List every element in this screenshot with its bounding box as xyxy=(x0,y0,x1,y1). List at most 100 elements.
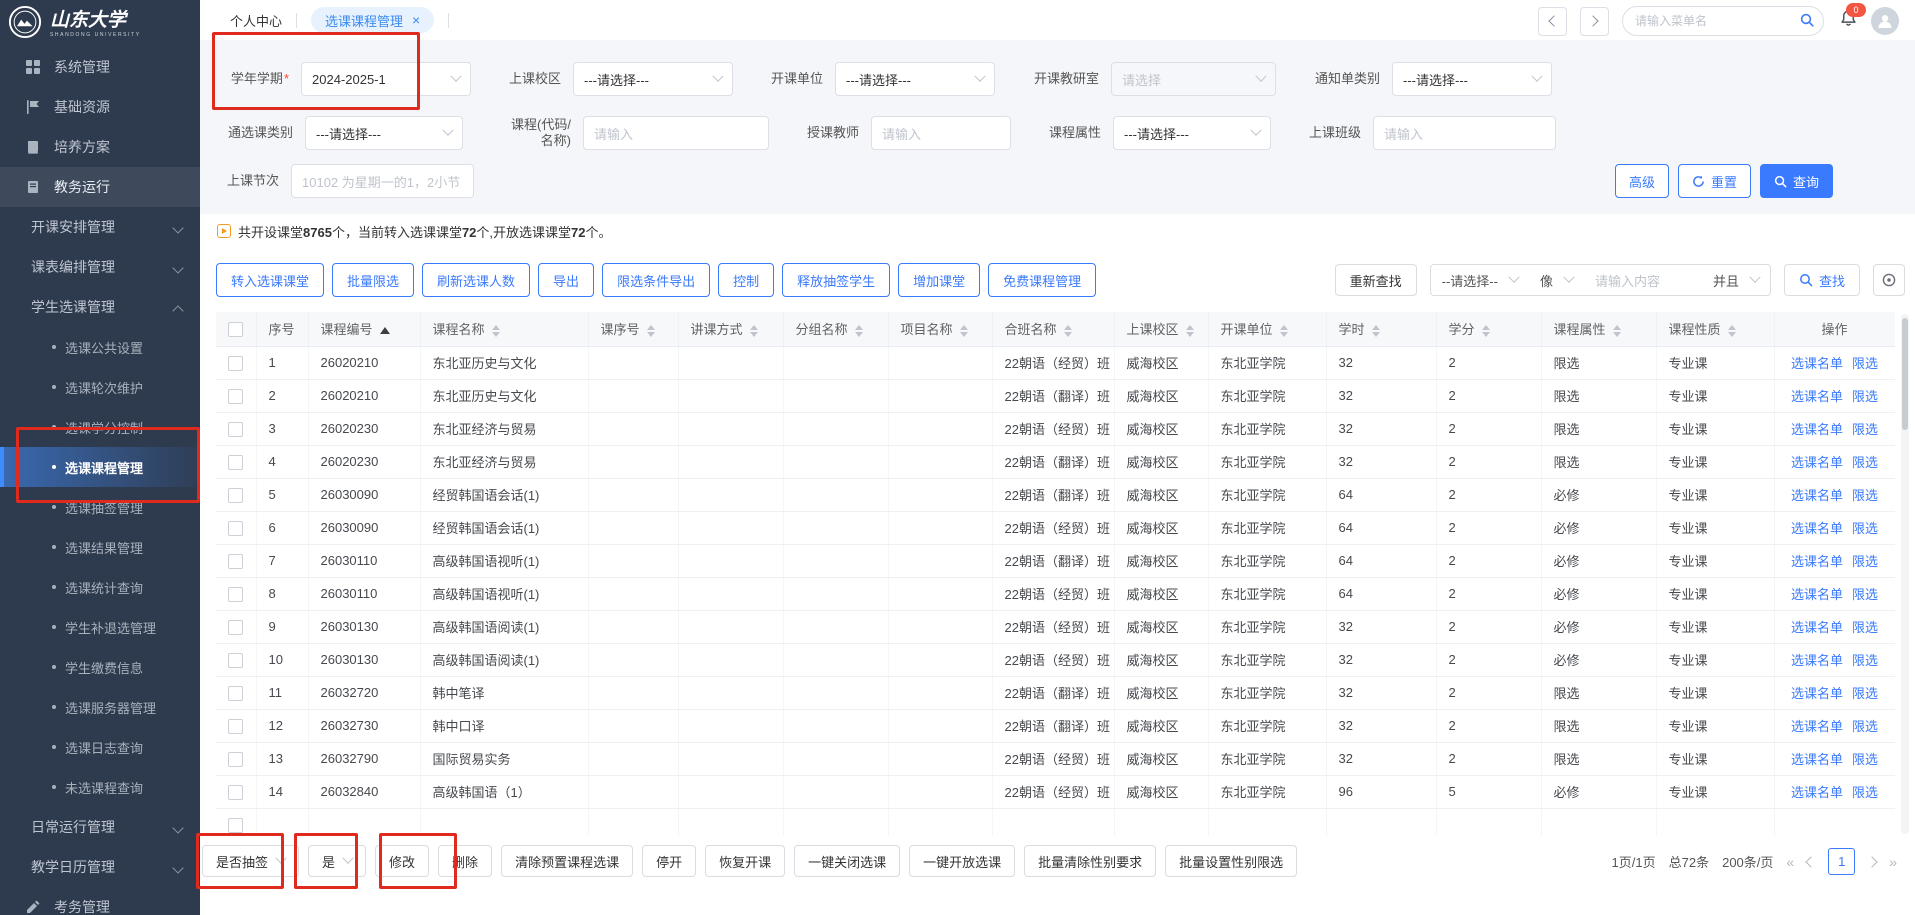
column-header-12[interactable]: 学分 xyxy=(1436,312,1541,346)
limit-link[interactable]: 限选 xyxy=(1852,455,1878,470)
find-logic-select[interactable]: 并且 xyxy=(1702,271,1770,290)
limit-link[interactable]: 限选 xyxy=(1852,389,1878,404)
find-button[interactable]: 查找 xyxy=(1784,264,1860,296)
column-header-10[interactable]: 开课单位 xyxy=(1208,312,1326,346)
sidebar-item-15[interactable]: 学生缴费信息 xyxy=(0,647,200,687)
toolbar-button-1[interactable]: 批量限选 xyxy=(332,263,414,297)
reset-button[interactable]: 重置 xyxy=(1678,164,1751,198)
column-header-9[interactable]: 上课校区 xyxy=(1114,312,1208,346)
lottery-select[interactable]: 是否抽签 xyxy=(202,845,299,877)
notifications-button[interactable]: 0 xyxy=(1839,9,1858,33)
sort-icon[interactable] xyxy=(1613,325,1621,337)
footer-button-8[interactable]: 批量设置性别限选 xyxy=(1165,845,1297,877)
sidebar-item-19[interactable]: 日常运行管理 xyxy=(0,807,200,847)
sort-icon[interactable] xyxy=(380,327,390,334)
limit-link[interactable]: 限选 xyxy=(1852,554,1878,569)
sidebar-item-3[interactable]: 教务运行 xyxy=(0,167,200,207)
limit-link[interactable]: 限选 xyxy=(1852,356,1878,371)
sidebar-item-12[interactable]: 选课结果管理 xyxy=(0,527,200,567)
general-course-type-select[interactable]: ---请选择--- xyxy=(305,116,463,150)
roster-link[interactable]: 选课名单 xyxy=(1791,356,1843,371)
row-checkbox[interactable] xyxy=(228,785,243,800)
sidebar-item-7[interactable]: 选课公共设置 xyxy=(0,327,200,367)
sort-icon[interactable] xyxy=(647,325,655,337)
query-button[interactable]: 查询 xyxy=(1760,164,1833,198)
roster-link[interactable]: 选课名单 xyxy=(1791,686,1843,701)
menu-search-input[interactable] xyxy=(1622,6,1824,36)
toolbar-button-3[interactable]: 导出 xyxy=(538,263,594,297)
toolbar-button-7[interactable]: 增加课堂 xyxy=(898,263,980,297)
row-checkbox[interactable] xyxy=(228,620,243,635)
row-checkbox[interactable] xyxy=(228,389,243,404)
row-checkbox[interactable] xyxy=(228,719,243,734)
toolbar-button-4[interactable]: 限选条件导出 xyxy=(602,263,710,297)
roster-link[interactable]: 选课名单 xyxy=(1791,653,1843,668)
footer-button-2[interactable]: 清除预置课程选课 xyxy=(501,845,633,877)
term-select[interactable]: 2024-2025-1 xyxy=(301,62,471,96)
roster-link[interactable]: 选课名单 xyxy=(1791,620,1843,635)
footer-button-0[interactable]: 修改 xyxy=(375,845,429,877)
avatar[interactable] xyxy=(1871,7,1899,35)
column-header-14[interactable]: 课程性质 xyxy=(1656,312,1774,346)
sidebar-item-0[interactable]: 系统管理 xyxy=(0,47,200,87)
tab-personal-center[interactable]: 个人中心 xyxy=(230,11,282,30)
staffroom-select[interactable]: 请选择 xyxy=(1111,62,1276,96)
select-all-checkbox[interactable] xyxy=(228,322,243,337)
roster-link[interactable]: 选课名单 xyxy=(1791,521,1843,536)
roster-link[interactable]: 选课名单 xyxy=(1791,587,1843,602)
next-page-button[interactable] xyxy=(1867,856,1878,867)
scrollbar-thumb[interactable] xyxy=(1902,318,1908,430)
row-checkbox[interactable] xyxy=(228,587,243,602)
sidebar-item-9[interactable]: 选课学分控制 xyxy=(0,407,200,447)
sidebar-item-21[interactable]: 考务管理 xyxy=(0,887,200,915)
class-input[interactable]: 请输入 xyxy=(1373,116,1556,150)
column-settings-button[interactable] xyxy=(1873,264,1905,296)
notice-type-select[interactable]: ---请选择--- xyxy=(1392,62,1552,96)
footer-button-6[interactable]: 一键开放选课 xyxy=(909,845,1015,877)
teacher-input[interactable]: 请输入 xyxy=(871,116,1011,150)
limit-link[interactable]: 限选 xyxy=(1852,719,1878,734)
roster-link[interactable]: 选课名单 xyxy=(1791,422,1843,437)
row-checkbox[interactable] xyxy=(228,356,243,371)
limit-link[interactable]: 限选 xyxy=(1852,488,1878,503)
sort-icon[interactable] xyxy=(1280,325,1288,337)
sidebar-item-4[interactable]: 开课安排管理 xyxy=(0,207,200,247)
row-checkbox[interactable] xyxy=(228,455,243,470)
column-header-5[interactable]: 讲课方式 xyxy=(678,312,783,346)
sidebar-item-10[interactable]: 选课课程管理 xyxy=(0,447,200,487)
footer-button-7[interactable]: 批量清除性别要求 xyxy=(1024,845,1156,877)
search-icon[interactable] xyxy=(1800,13,1814,32)
nav-prev-button[interactable] xyxy=(1538,7,1567,36)
limit-link[interactable]: 限选 xyxy=(1852,686,1878,701)
sidebar-item-11[interactable]: 选课抽签管理 xyxy=(0,487,200,527)
toolbar-button-8[interactable]: 免费课程管理 xyxy=(988,263,1096,297)
sidebar-item-16[interactable]: 选课服务器管理 xyxy=(0,687,200,727)
sidebar-item-17[interactable]: 选课日志查询 xyxy=(0,727,200,767)
sidebar-item-6[interactable]: 学生选课管理 xyxy=(0,287,200,327)
campus-select[interactable]: ---请选择--- xyxy=(573,62,733,96)
sort-icon[interactable] xyxy=(750,325,758,337)
row-checkbox[interactable] xyxy=(228,488,243,503)
footer-button-1[interactable]: 删除 xyxy=(438,845,492,877)
column-header-13[interactable]: 课程属性 xyxy=(1541,312,1656,346)
sidebar-item-8[interactable]: 选课轮次维护 xyxy=(0,367,200,407)
toolbar-button-5[interactable]: 控制 xyxy=(718,263,774,297)
row-checkbox[interactable] xyxy=(228,653,243,668)
sidebar-item-2[interactable]: 培养方案 xyxy=(0,127,200,167)
roster-link[interactable]: 选课名单 xyxy=(1791,389,1843,404)
row-checkbox[interactable] xyxy=(228,554,243,569)
roster-link[interactable]: 选课名单 xyxy=(1791,752,1843,767)
column-header-11[interactable]: 学时 xyxy=(1326,312,1436,346)
tab-course-selection-management[interactable]: 选课课程管理 × xyxy=(311,7,434,33)
row-checkbox[interactable] xyxy=(228,686,243,701)
limit-link[interactable]: 限选 xyxy=(1852,752,1878,767)
research-button[interactable]: 重新查找 xyxy=(1335,264,1417,296)
lottery-value-select[interactable]: 是 xyxy=(308,845,366,877)
limit-link[interactable]: 限选 xyxy=(1852,422,1878,437)
limit-link[interactable]: 限选 xyxy=(1852,587,1878,602)
sidebar-item-5[interactable]: 课表编排管理 xyxy=(0,247,200,287)
toolbar-button-0[interactable]: 转入选课课堂 xyxy=(216,263,324,297)
course-input[interactable]: 请输入 xyxy=(583,116,769,150)
row-checkbox[interactable] xyxy=(228,422,243,437)
per-page-select[interactable]: 200条/页 xyxy=(1722,852,1773,871)
